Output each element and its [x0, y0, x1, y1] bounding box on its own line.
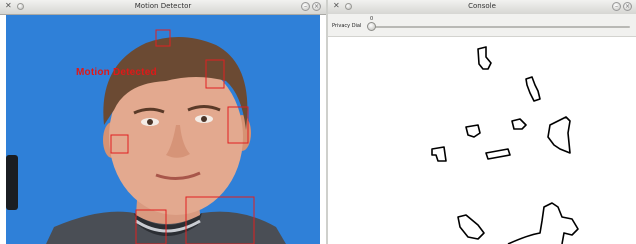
contour-shape — [507, 202, 579, 244]
close-button[interactable]: × — [312, 2, 321, 11]
motion-detector-window: ✕ Motion Detector – × Motion Detected — [0, 0, 326, 244]
contour-shape — [485, 148, 511, 160]
close-button[interactable]: × — [623, 2, 632, 11]
titlebar: ✕ Console – × — [328, 0, 636, 15]
motion-contours — [431, 46, 579, 244]
contour-shape — [477, 46, 492, 70]
video-frame: Motion Detected — [6, 15, 320, 244]
contour-shape — [511, 118, 527, 130]
privacy-dial-toolbar: Privacy Dial 0 — [328, 14, 636, 37]
face-image — [6, 29, 286, 244]
contour-shape — [431, 146, 447, 162]
contour-shape — [457, 214, 485, 240]
window-title: Motion Detector — [134, 2, 192, 10]
motion-detected-label: Motion Detected — [76, 67, 157, 78]
contour-shape — [547, 116, 571, 154]
contour-shape — [465, 124, 481, 138]
titlebar: ✕ Motion Detector – × — [0, 0, 326, 15]
contour-shape — [525, 76, 541, 102]
window-title: Console — [468, 2, 496, 10]
contour-canvas — [328, 37, 636, 244]
privacy-dial-label: Privacy Dial — [332, 23, 362, 29]
minimize-button[interactable]: – — [612, 2, 621, 11]
privacy-dial-track[interactable] — [370, 26, 630, 28]
privacy-dial-slider-handle[interactable] — [367, 22, 376, 31]
minimize-button[interactable]: – — [301, 2, 310, 11]
console-window: ✕ Console – × Privacy Dial 0 — [328, 0, 636, 244]
